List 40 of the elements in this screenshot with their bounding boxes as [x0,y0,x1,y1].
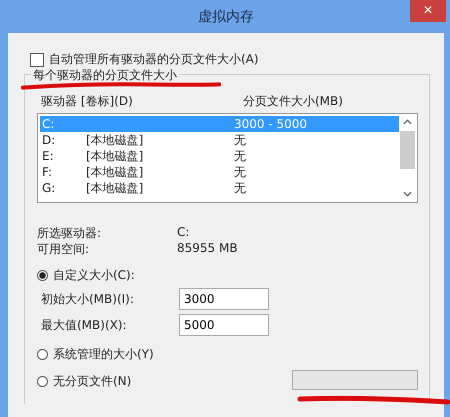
volume-label: [本地磁盘] [86,148,144,162]
radio-button[interactable] [37,349,48,360]
field-label: 最大值(MB)(X): [41,316,128,334]
page-file-size: 无 [234,132,246,148]
drive-letter: G: [42,181,56,195]
scroll-thumb[interactable] [400,131,414,169]
volume-label: [本地磁盘] [86,180,144,194]
drive-letter: D: [42,133,56,147]
radio-label: 系统管理的大小(Y) [53,346,154,363]
column-header: 驱动器 [卷标](D) [41,93,134,110]
drive-letter: F: [42,165,54,179]
page-file-size: 无 [234,164,246,180]
drive-row[interactable]: D: [本地磁盘] 无 [40,132,399,148]
drive-letter: C: [42,117,56,131]
radio-button[interactable] [37,376,48,387]
drive-row[interactable]: E: [本地磁盘] 无 [40,148,399,164]
page-file-size: 无 [234,180,246,196]
window-title: 虚拟内存 [198,8,254,26]
radio-label: 无分页文件(N) [53,373,132,390]
input-field[interactable]: 5000 [179,314,269,336]
input-field[interactable]: 3000 [179,288,269,310]
group-title: 每个驱动器的分页文件大小 [31,67,179,84]
column-header: 分页文件大小(MB) [243,93,343,110]
checkbox-label: 自动管理所有驱动器的分页文件大小(A) [49,51,259,68]
radio-button[interactable] [37,270,48,281]
info-label: 所选驱动器: [37,225,102,241]
drive-letter: E: [42,149,55,163]
radio-label: 自定义大小(C): [53,267,135,284]
close-button[interactable]: × [410,0,446,22]
volume-label: [本地磁盘] [86,164,144,178]
field-label: 初始大小(MB)(I): [41,290,135,308]
drive-row[interactable]: G: [本地磁盘] 无 [40,180,399,196]
info-value: C: [177,225,190,241]
page-file-size: 3000 - 5000 [234,117,308,131]
info-value: 85955 MB [177,241,238,257]
info-label: 可用空间: [37,241,90,257]
checkbox[interactable] [30,52,44,66]
page-file-size: 无 [234,148,246,164]
volume-label: [本地磁盘] [86,132,144,146]
drive-row[interactable]: F: [本地磁盘] 无 [40,164,399,180]
